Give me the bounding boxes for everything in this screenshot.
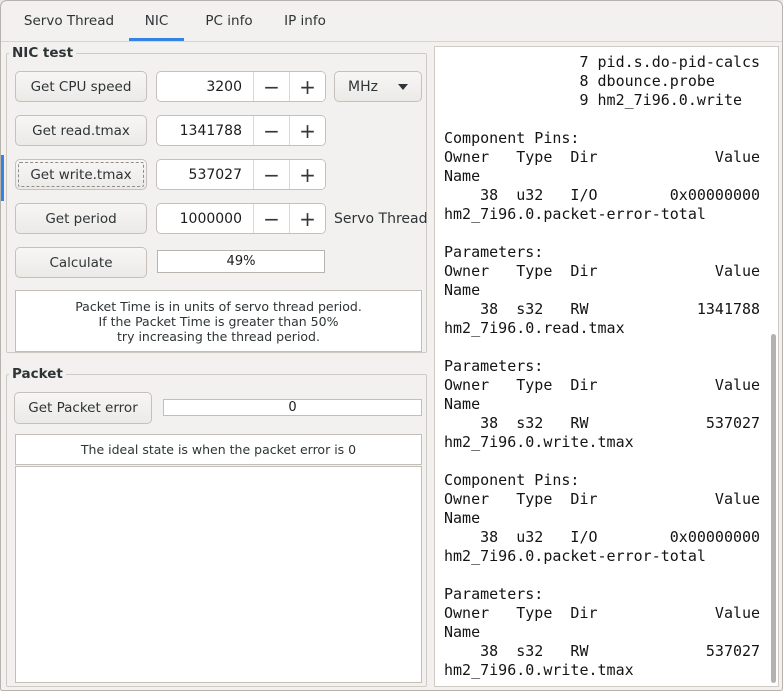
read-tmax-increment-button[interactable]: + (289, 116, 325, 145)
plus-icon: + (299, 74, 316, 99)
packet-error-field[interactable]: 0 (163, 399, 422, 416)
read-tmax-value[interactable]: 1341788 (157, 116, 253, 145)
packet-error-value: 0 (288, 400, 297, 415)
tab-bar: Servo Thread NIC PC info IP info (1, 1, 782, 42)
write-tmax-decrement-button[interactable]: − (253, 160, 289, 189)
tab-ip-info[interactable]: IP info (273, 1, 337, 41)
cpu-speed-value[interactable]: 3200 (157, 72, 253, 101)
minus-icon: − (263, 74, 280, 99)
write-tmax-increment-button[interactable]: + (289, 160, 325, 189)
packet-group-label: Packet (9, 366, 66, 382)
nic-note-text: Packet Time is in units of servo thread … (75, 298, 362, 344)
hal-scrollbar-thumb[interactable] (771, 334, 776, 683)
period-increment-button[interactable]: + (289, 204, 325, 233)
write-tmax-value[interactable]: 537027 (157, 160, 253, 189)
packet-time-progressbar: 49% (157, 250, 325, 273)
tab-servo-thread[interactable]: Servo Thread (11, 1, 127, 41)
write-tmax-spinbox: 537027 − + (156, 159, 326, 190)
mhz-dropdown-value: MHz (348, 78, 378, 95)
get-write-tmax-button[interactable]: Get write.tmax (15, 159, 147, 190)
nic-test-group-label: NIC test (9, 45, 77, 61)
get-cpu-speed-button[interactable]: Get CPU speed (15, 71, 147, 102)
hal-output-text: 7 pid.s.do-pid-calcs 8 dbounce.probe 9 h… (444, 53, 761, 679)
tab-pc-info[interactable]: PC info (194, 1, 264, 41)
plus-icon: + (299, 118, 316, 143)
nic-note-box: Packet Time is in units of servo thread … (15, 290, 422, 352)
packet-note-box: The ideal state is when the packet error… (15, 434, 422, 465)
mhz-dropdown[interactable]: MHz (334, 71, 422, 102)
progress-label: 49% (226, 254, 256, 269)
get-read-tmax-button[interactable]: Get read.tmax (15, 115, 147, 146)
minus-icon: − (263, 206, 280, 231)
cpu-speed-decrement-button[interactable]: − (253, 72, 289, 101)
app-window: Servo Thread NIC PC info IP info NIC tes… (0, 0, 783, 691)
get-packet-error-button[interactable]: Get Packet error (14, 392, 152, 424)
calculate-button[interactable]: Calculate (15, 247, 147, 278)
read-tmax-decrement-button[interactable]: − (253, 116, 289, 145)
minus-icon: − (263, 162, 280, 187)
period-value[interactable]: 1000000 (157, 204, 253, 233)
cpu-speed-increment-button[interactable]: + (289, 72, 325, 101)
period-decrement-button[interactable]: − (253, 204, 289, 233)
plus-icon: + (299, 206, 316, 231)
cpu-speed-spinbox: 3200 − + (156, 71, 326, 102)
read-tmax-spinbox: 1341788 − + (156, 115, 326, 146)
get-period-button[interactable]: Get period (15, 203, 147, 234)
packet-empty-output (15, 466, 422, 683)
period-spinbox: 1000000 − + (156, 203, 326, 234)
tab-nic[interactable]: NIC (129, 1, 184, 41)
plus-icon: + (299, 162, 316, 187)
servo-thread-label: Servo Thread (334, 210, 428, 227)
left-edge-accent (1, 155, 4, 201)
minus-icon: − (263, 118, 280, 143)
hal-output-panel[interactable]: 7 pid.s.do-pid-calcs 8 dbounce.probe 9 h… (434, 46, 779, 687)
chevron-down-icon (398, 83, 408, 90)
packet-note-text: The ideal state is when the packet error… (80, 442, 357, 457)
